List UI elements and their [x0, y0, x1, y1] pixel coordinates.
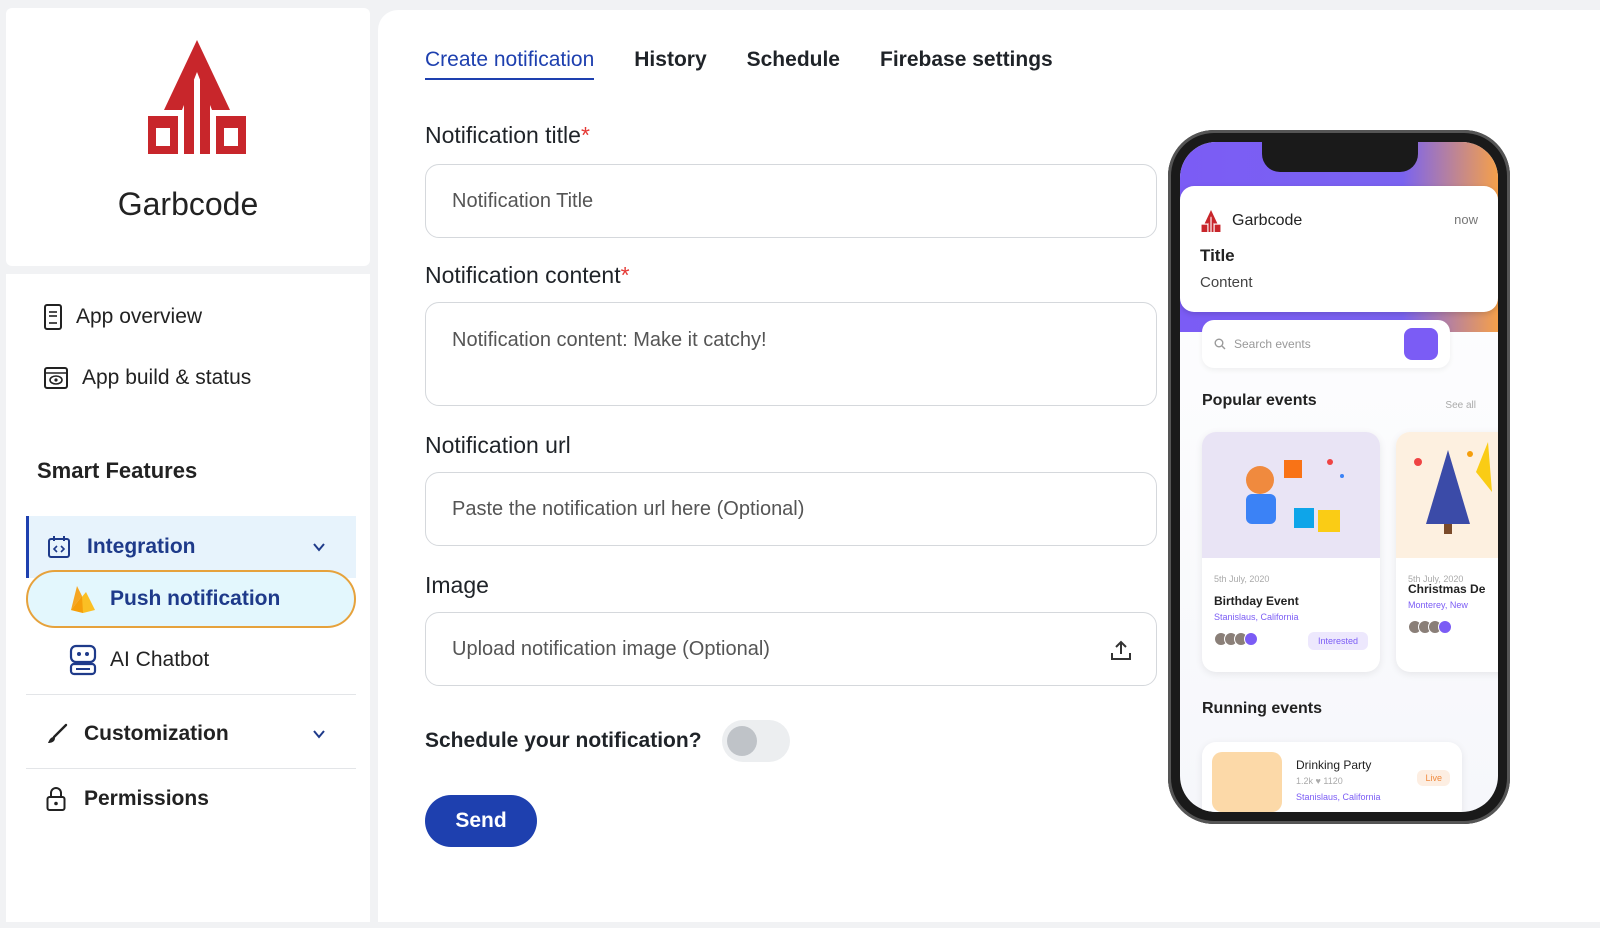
running-event-stats: 1.2k ♥ 1120 — [1296, 776, 1343, 786]
tab-create-notification[interactable]: Create notification — [425, 48, 595, 80]
sidebar-item-app-build[interactable]: App build & status — [44, 366, 251, 390]
see-all-link: See all — [1445, 400, 1476, 411]
running-event-thumbnail — [1212, 752, 1282, 812]
event-name: Birthday Event — [1214, 594, 1299, 608]
phone-screen: Garbcode now Title Content Search events… — [1180, 142, 1498, 812]
event-location: Monterey, New — [1408, 600, 1468, 610]
phone-icon — [44, 304, 62, 330]
brush-icon — [48, 723, 68, 743]
notification-content-label: Notification content* — [425, 262, 630, 288]
section-title-smart-features: Smart Features — [37, 458, 198, 483]
search-icon — [1214, 338, 1226, 350]
running-events-heading: Running events — [1202, 700, 1323, 717]
main-panel: Create notification History Schedule Fir… — [378, 10, 1600, 922]
lock-icon — [46, 787, 66, 811]
sidebar: App overview App build & status Smart Fe… — [6, 274, 370, 922]
sidebar-item-push-notification[interactable]: Push notification — [26, 570, 356, 628]
phone-preview: Garbcode now Title Content Search events… — [1168, 130, 1510, 824]
required-mark: * — [620, 262, 630, 288]
event-date: 5th July, 2020 — [1214, 574, 1270, 584]
image-label: Image — [425, 572, 489, 598]
tab-history[interactable]: History — [634, 48, 706, 80]
sidebar-item-label: App overview — [76, 305, 203, 328]
running-event-name: Drinking Party — [1296, 758, 1372, 772]
chevron-down-icon[interactable] — [312, 541, 326, 553]
sidebar-item-app-overview[interactable]: App overview — [44, 304, 202, 330]
notification-content-textarea[interactable]: Notification content: Make it catchy! — [425, 302, 1157, 406]
eye-window-icon — [44, 367, 68, 389]
notification-time: now — [1454, 212, 1478, 227]
christmas-illustration — [1414, 442, 1492, 534]
sidebar-item-label: Push notification — [110, 587, 281, 610]
tab-bar: Create notification History Schedule Fir… — [425, 48, 1093, 80]
tab-firebase-settings[interactable]: Firebase settings — [880, 48, 1053, 80]
garbcode-logo-small — [1201, 210, 1221, 232]
sidebar-item-ai-chatbot[interactable]: AI Chatbot — [68, 644, 209, 676]
chevron-down-icon[interactable] — [312, 728, 326, 740]
robot-icon — [69, 644, 97, 676]
event-name: Christmas De — [1408, 582, 1486, 596]
garbcode-logo — [148, 40, 246, 154]
interested-badge: Interested — [1307, 632, 1368, 650]
send-button[interactable]: Send — [425, 795, 537, 847]
filter-icon — [1404, 328, 1438, 360]
image-upload-field[interactable]: Upload notification image (Optional) — [425, 612, 1157, 686]
notification-url-input[interactable]: Paste the notification url here (Optiona… — [425, 472, 1157, 546]
code-window-icon — [48, 536, 70, 558]
event-location: Stanislaus, California — [1214, 612, 1299, 622]
popular-events-heading: Popular events — [1202, 392, 1317, 409]
event-image — [1396, 432, 1498, 558]
sidebar-item-label: Permissions — [84, 787, 209, 810]
running-event-card: Drinking Party 1.2k ♥ 1120 Stanislaus, C… — [1202, 742, 1462, 812]
notification-url-label: Notification url — [425, 432, 571, 458]
schedule-row: Schedule your notification? — [425, 720, 790, 762]
tab-schedule[interactable]: Schedule — [747, 48, 840, 80]
attendee-avatars — [1408, 620, 1452, 634]
birthday-illustration — [1246, 459, 1344, 532]
sidebar-item-permissions[interactable]: Permissions — [46, 786, 209, 812]
notification-title-input[interactable]: Notification Title — [425, 164, 1157, 238]
event-card: 5th July, 2020 Christmas De Monterey, Ne… — [1396, 432, 1498, 672]
sidebar-item-label: AI Chatbot — [110, 648, 210, 671]
brand-card: Garbcode — [6, 8, 370, 266]
notification-preview-title: Title — [1200, 246, 1235, 265]
sidebar-item-label: App build & status — [82, 366, 252, 389]
notification-title-label: Notification title* — [425, 122, 590, 148]
phone-notch — [1262, 142, 1418, 172]
live-badge: Live — [1417, 770, 1450, 786]
required-mark: * — [580, 122, 590, 148]
sidebar-group-label: Customization — [84, 722, 229, 745]
notification-preview-content: Content — [1200, 274, 1253, 291]
sidebar-group-label: Integration — [87, 535, 196, 558]
attendee-avatars — [1214, 632, 1258, 646]
preview-search-bar: Search events — [1202, 320, 1450, 368]
event-image — [1202, 432, 1380, 558]
event-card: 5th July, 2020 Birthday Event Stanislaus… — [1202, 432, 1380, 672]
schedule-label: Schedule your notification? — [425, 729, 702, 752]
toggle-knob — [726, 726, 757, 756]
notification-preview: Garbcode now Title Content — [1180, 186, 1498, 312]
upload-icon[interactable] — [1110, 639, 1132, 661]
search-placeholder: Search events — [1234, 337, 1311, 351]
schedule-toggle[interactable] — [721, 720, 790, 762]
divider — [26, 768, 356, 769]
brand-name: Garbcode — [117, 186, 259, 222]
sidebar-group-integration[interactable]: Integration — [26, 516, 356, 578]
firebase-icon — [71, 586, 95, 613]
divider — [26, 694, 356, 695]
running-event-location: Stanislaus, California — [1296, 792, 1381, 802]
notification-app-name: Garbcode — [1232, 212, 1303, 229]
sidebar-group-customization[interactable]: Customization — [26, 704, 356, 764]
